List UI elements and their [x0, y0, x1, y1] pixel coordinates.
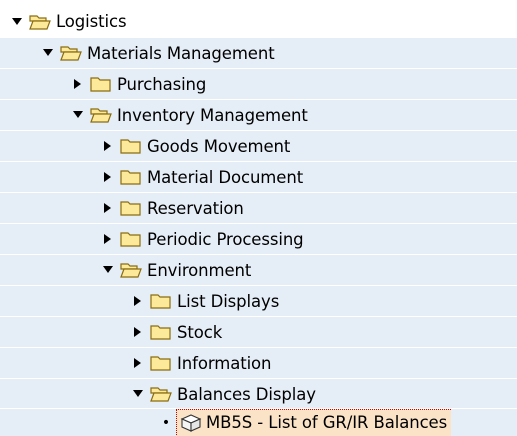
tree-node-material-document[interactable]: Material Document: [0, 161, 517, 192]
expand-arrow-right-icon[interactable]: [102, 233, 114, 245]
folder-open-icon: [150, 387, 172, 402]
tree-node-environment[interactable]: Environment: [0, 254, 517, 285]
navigation-tree: Logistics Materials Management Purchasin…: [0, 0, 517, 436]
tree-node-label: Periodic Processing: [147, 229, 304, 249]
tree-node-balances-display[interactable]: Balances Display: [0, 378, 517, 409]
tree-node-inventory-management[interactable]: Inventory Management: [0, 99, 517, 130]
tree-node-label: Reservation: [147, 198, 244, 218]
tree-node-list-displays[interactable]: List Displays: [0, 285, 517, 316]
expand-arrow-right-icon[interactable]: [132, 357, 144, 369]
folder-open-icon: [29, 14, 51, 30]
folder-closed-icon: [120, 201, 141, 216]
leaf-bullet-icon: •: [161, 414, 171, 431]
transaction-cube-icon: [180, 413, 202, 432]
tree-node-mb5s-transaction[interactable]: • MB5S - List of GR/IR Balances: [0, 408, 517, 436]
tree-node-label: Inventory Management: [117, 105, 308, 125]
expand-arrow-right-icon[interactable]: [102, 171, 114, 183]
expand-arrow-down-icon[interactable]: [42, 47, 54, 59]
folder-closed-icon: [150, 325, 171, 340]
selected-transaction-highlight[interactable]: MB5S - List of GR/IR Balances: [176, 408, 452, 436]
expand-arrow-right-icon[interactable]: [72, 78, 84, 90]
folder-open-icon: [90, 108, 112, 123]
tree-node-information[interactable]: Information: [0, 347, 517, 378]
tree-node-label: Stock: [177, 322, 223, 342]
expand-arrow-down-icon[interactable]: [132, 388, 144, 400]
expand-arrow-down-icon[interactable]: [11, 16, 23, 28]
tree-node-label: Goods Movement: [147, 136, 291, 156]
folder-closed-icon: [120, 170, 141, 185]
tree-node-label: List Displays: [177, 291, 280, 311]
tree-node-logistics[interactable]: Logistics: [0, 6, 517, 37]
expand-arrow-right-icon[interactable]: [132, 295, 144, 307]
expand-arrow-right-icon[interactable]: [102, 202, 114, 214]
tree-node-stock[interactable]: Stock: [0, 316, 517, 347]
folder-closed-icon: [120, 139, 141, 154]
expand-arrow-right-icon[interactable]: [102, 140, 114, 152]
tree-node-materials-management[interactable]: Materials Management: [0, 37, 517, 68]
transaction-label: MB5S - List of GR/IR Balances: [206, 413, 448, 432]
tree-node-label: Logistics: [56, 12, 127, 31]
tree-node-label: Balances Display: [177, 384, 316, 404]
tree-node-label: Purchasing: [117, 74, 207, 94]
folder-closed-icon: [150, 356, 171, 371]
tree-node-goods-movement[interactable]: Goods Movement: [0, 130, 517, 161]
tree-node-reservation[interactable]: Reservation: [0, 192, 517, 223]
tree-node-label: Materials Management: [87, 43, 275, 63]
tree-node-label: Information: [177, 353, 272, 373]
tree-node-label: Material Document: [147, 167, 304, 187]
folder-open-icon: [120, 263, 142, 278]
tree-node-purchasing[interactable]: Purchasing: [0, 68, 517, 99]
expand-arrow-right-icon[interactable]: [132, 326, 144, 338]
folder-open-icon: [60, 46, 82, 61]
expand-arrow-down-icon[interactable]: [102, 264, 114, 276]
tree-node-label: Environment: [147, 260, 252, 280]
folder-closed-icon: [120, 232, 141, 247]
tree-node-periodic-processing[interactable]: Periodic Processing: [0, 223, 517, 254]
expand-arrow-down-icon[interactable]: [72, 109, 84, 121]
folder-closed-icon: [150, 294, 171, 309]
folder-closed-icon: [90, 77, 111, 92]
